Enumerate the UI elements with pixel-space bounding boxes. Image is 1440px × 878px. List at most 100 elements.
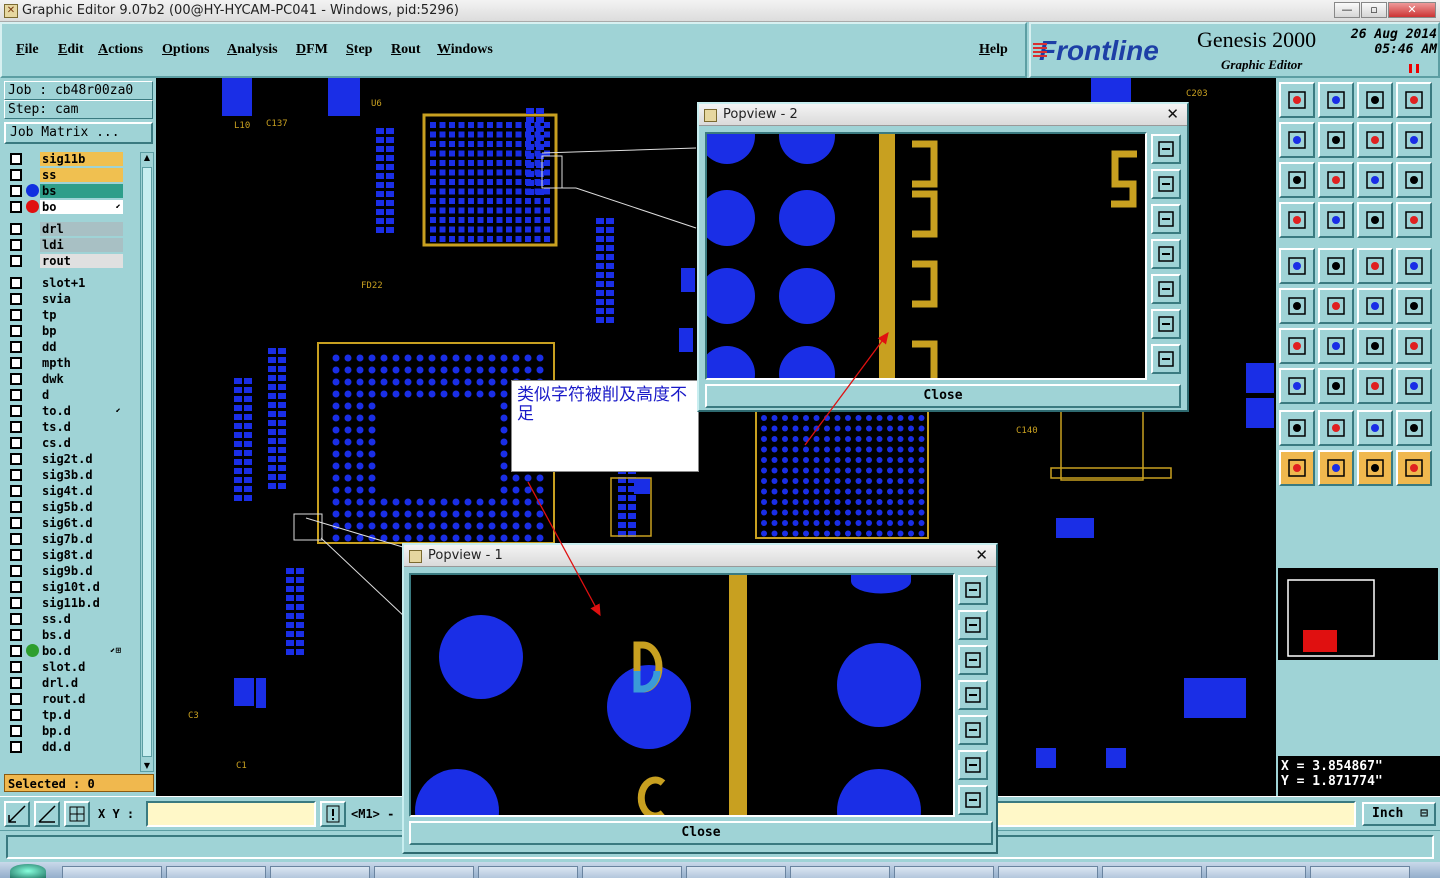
zoom-in-icon[interactable] — [1318, 82, 1354, 118]
layer-row-bp-d[interactable]: bp.d — [4, 724, 125, 738]
pointer-net-icon[interactable] — [1396, 450, 1432, 486]
popview-1-view[interactable] — [409, 573, 955, 817]
triangle-blue-icon[interactable] — [1318, 410, 1354, 446]
popview-1-close-icon[interactable]: ✕ — [975, 546, 988, 564]
layer-row-to-d[interactable]: to.d ⬋ — [4, 404, 125, 418]
menu-analysis[interactable]: Analysis — [227, 42, 278, 58]
layer-red-icon[interactable] — [1357, 202, 1393, 238]
edit-line-icon[interactable] — [1357, 288, 1393, 324]
layer-row-sig11b[interactable]: sig11b — [4, 152, 125, 166]
taskbar-item[interactable] — [374, 866, 474, 878]
layer-row-mpth[interactable]: mpth — [4, 356, 125, 370]
layer-checkbox[interactable] — [10, 645, 22, 657]
layer-checkbox[interactable] — [10, 709, 22, 721]
layer-checkbox[interactable] — [10, 485, 22, 497]
taskbar-item[interactable] — [790, 866, 890, 878]
layer-name[interactable]: bs — [40, 184, 123, 198]
layer-row-sig4t-d[interactable]: sig4t.d — [4, 484, 125, 498]
taskbar-item[interactable] — [998, 866, 1098, 878]
menu-options[interactable]: Options — [162, 42, 209, 58]
zoom-window-icon[interactable] — [1396, 82, 1432, 118]
layer-checkbox[interactable] — [10, 421, 22, 433]
draw-line-icon[interactable] — [1318, 328, 1354, 364]
edit-point-icon[interactable] — [1396, 288, 1432, 324]
layer-checkbox[interactable] — [10, 517, 22, 529]
pan-left-icon[interactable] — [1279, 122, 1315, 158]
layer-name[interactable]: cs.d — [40, 436, 123, 450]
zoom-home-icon[interactable] — [1151, 134, 1181, 164]
taskbar-item[interactable] — [478, 866, 578, 878]
layer-name[interactable]: dd — [40, 340, 123, 354]
layer-name[interactable]: bo.d ⬋⊞ — [40, 644, 123, 658]
menu-step[interactable]: Step — [346, 42, 372, 58]
mirror-f-icon[interactable] — [1396, 328, 1432, 364]
zoom-home-alt-icon[interactable] — [1357, 82, 1393, 118]
layer-name[interactable]: ss — [40, 168, 123, 182]
zoom-out-icon[interactable] — [958, 645, 988, 675]
zoom-in-icon[interactable] — [958, 610, 988, 640]
scroll-up-icon[interactable]: ▲ — [142, 153, 152, 163]
pointer-circle-icon[interactable] — [1357, 450, 1393, 486]
fit-profile-icon[interactable] — [1279, 162, 1315, 198]
layer-checkbox[interactable] — [10, 629, 22, 641]
layer-row-drl[interactable]: drl — [4, 222, 125, 236]
layer-row-ss-d[interactable]: ss.d — [4, 612, 125, 626]
overview-map[interactable] — [1278, 568, 1438, 660]
units-selector[interactable]: Inch ⊟ — [1362, 802, 1436, 826]
layer-name[interactable]: tp.d — [40, 708, 123, 722]
popview-1-titlebar[interactable]: Popview - 1 ✕ — [404, 545, 996, 567]
layer-row-sig11b-d[interactable]: sig11b.d — [4, 596, 125, 610]
layer-checkbox[interactable] — [10, 741, 22, 753]
layer-row-rout[interactable]: rout — [4, 254, 125, 268]
pan-left-icon[interactable] — [1151, 239, 1181, 269]
layer-name[interactable]: sig5b.d — [40, 500, 123, 514]
layer-name[interactable]: bp — [40, 324, 123, 338]
layer-name[interactable]: sig6t.d — [40, 516, 123, 530]
layer-name[interactable]: svia — [40, 292, 123, 306]
layer-row-sig6t-d[interactable]: sig6t.d — [4, 516, 125, 530]
layer-name[interactable]: slot+1 — [40, 276, 123, 290]
taskbar-item[interactable] — [1206, 866, 1306, 878]
layer-checkbox[interactable] — [10, 533, 22, 545]
layer-checkbox[interactable] — [10, 613, 22, 625]
layer-row-d[interactable]: d — [4, 388, 125, 402]
layer-checkbox[interactable] — [10, 405, 22, 417]
layer-checkbox[interactable] — [10, 581, 22, 593]
layer-row-svia[interactable]: svia — [4, 292, 125, 306]
zoom-fit-icon[interactable] — [1151, 309, 1181, 339]
layer-name[interactable]: rout.d — [40, 692, 123, 706]
layer-name[interactable]: ss.d — [40, 612, 123, 626]
zoom-home-icon[interactable] — [1279, 82, 1315, 118]
layer-row-sig2t-d[interactable]: sig2t.d — [4, 452, 125, 466]
layer-row-ss[interactable]: ss — [4, 168, 125, 182]
menu-file[interactable]: File — [16, 42, 39, 58]
layer-checkbox[interactable] — [10, 255, 22, 267]
symbol-icon[interactable] — [1396, 368, 1432, 404]
slope-icon[interactable] — [1279, 328, 1315, 364]
layer-name[interactable]: slot.d — [40, 660, 123, 674]
layer-row-bs[interactable]: bs — [4, 184, 125, 198]
start-button[interactable] — [10, 864, 46, 878]
layer-name[interactable]: drl — [40, 222, 123, 236]
pointer-icon[interactable] — [1279, 450, 1315, 486]
layer-row-dd-d[interactable]: dd.d — [4, 740, 125, 754]
scroll-thumb[interactable] — [142, 167, 152, 757]
layer-checkbox[interactable] — [10, 453, 22, 465]
pan-left-icon[interactable] — [958, 680, 988, 710]
layer-row-sig10t-d[interactable]: sig10t.d — [4, 580, 125, 594]
center-icon[interactable] — [958, 785, 988, 815]
zoom-redo-icon[interactable] — [1396, 122, 1432, 158]
scroll-down-icon[interactable]: ▼ — [142, 761, 152, 771]
taskbar-item[interactable] — [582, 866, 682, 878]
job-matrix-button[interactable]: Job Matrix ... — [4, 122, 153, 144]
grid-icon[interactable] — [64, 801, 90, 827]
layer-name[interactable]: sig8t.d — [40, 548, 123, 562]
taskbar-item[interactable] — [270, 866, 370, 878]
maximize-button[interactable]: ▫ — [1361, 2, 1387, 18]
layer-name[interactable]: sig11b.d — [40, 596, 123, 610]
grid-icon[interactable] — [1318, 202, 1354, 238]
triangle-arrow-icon[interactable] — [1357, 410, 1393, 446]
layer-name[interactable]: mpth — [40, 356, 123, 370]
layer-name[interactable]: dwk — [40, 372, 123, 386]
pan-right-icon[interactable] — [958, 715, 988, 745]
